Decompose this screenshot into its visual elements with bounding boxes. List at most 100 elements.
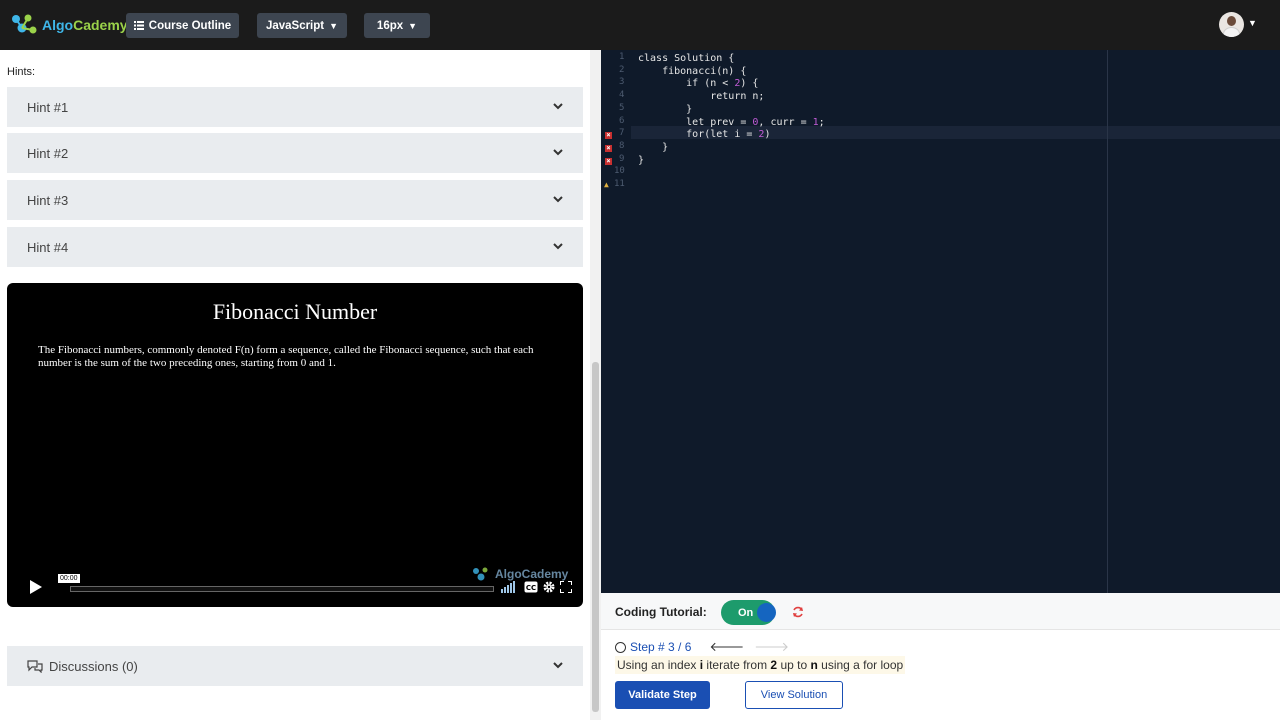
watermark-logo-icon (473, 567, 488, 581)
arrow-right-icon[interactable]: 🡒 (754, 639, 789, 655)
editor-gutter: 1 2 3 4 5 6 7 × 8 × 9 × 10 11 ▲ (601, 50, 631, 593)
step-status-circle-icon (615, 641, 626, 653)
chevron-down-icon (553, 662, 563, 669)
chevron-down-icon (553, 103, 563, 110)
top-bar: AlgoCademy Course Outline JavaScript ▼ 1… (0, 0, 1280, 50)
hints-label: Hints: (7, 66, 36, 78)
code-line[interactable]: class Solution { (638, 53, 734, 64)
error-marker-icon[interactable]: × (605, 132, 612, 140)
left-panel: Hints: Hint #1 Hint #2 Hint #3 Hint #4 F… (0, 50, 601, 720)
chevron-down-icon (553, 196, 563, 203)
warning-marker-icon[interactable]: ▲ (604, 180, 609, 189)
left-panel-scrollbar[interactable] (590, 50, 601, 720)
hint-4-accordion[interactable]: Hint #4 (7, 227, 583, 267)
line-number: 2 (619, 64, 625, 75)
language-label: JavaScript (265, 19, 325, 32)
instruction-post: using a for loop (817, 658, 904, 672)
avatar-body (1223, 27, 1240, 37)
code-line[interactable]: let prev = 0, curr = 1; (638, 117, 825, 128)
course-outline-label: Course Outline (148, 19, 232, 32)
hint-2-accordion[interactable]: Hint #2 (7, 133, 583, 173)
comments-icon (27, 659, 43, 673)
hint-1-label: Hint #1 (27, 99, 69, 115)
instruction-var-n: n (810, 658, 818, 672)
chevron-down-icon (553, 149, 563, 156)
code-line[interactable]: } (638, 142, 668, 153)
avatar-chevron-down-icon[interactable]: ▼ (1248, 18, 1257, 28)
algocademy-logo[interactable]: AlgoCademy (10, 12, 128, 38)
line-number: 8 (619, 140, 625, 151)
language-dropdown[interactable]: JavaScript ▼ (257, 13, 347, 38)
chevron-down-icon: ▼ (408, 20, 418, 31)
line-number: 3 (619, 77, 625, 88)
step-counter: Step # 3 / 6 (630, 640, 692, 654)
logo-text: AlgoCademy (42, 17, 128, 33)
line-number: 1 (619, 52, 625, 62)
line-number: 11 (614, 179, 625, 189)
volume-icon[interactable] (501, 581, 517, 593)
tutorial-panel: Coding Tutorial: On Step # 3 / 6 🡐 🡒 Usi… (601, 593, 1280, 720)
chevron-down-icon (553, 243, 563, 250)
video-title: Fibonacci Number (212, 299, 378, 324)
gear-icon[interactable] (543, 581, 555, 593)
line-number: 7 (619, 128, 625, 139)
font-size-label: 16px (376, 19, 404, 32)
fullscreen-icon[interactable] (560, 581, 572, 593)
play-icon[interactable] (29, 579, 43, 595)
toggle-label: On (738, 607, 754, 619)
coding-tutorial-toggle[interactable]: On (721, 600, 776, 625)
code-line[interactable]: } (638, 104, 692, 115)
instruction-upto: up to (777, 658, 811, 672)
closed-captions-icon[interactable]: CC (524, 581, 538, 593)
instruction-pre: Using an index (617, 658, 700, 672)
video-time: 00:00 (58, 574, 80, 583)
code-line[interactable]: fibonacci(n) { (638, 66, 746, 77)
line-number: 4 (619, 90, 625, 101)
video-description: The Fibonacci numbers, commonly denoted … (38, 344, 534, 369)
toggle-knob (757, 603, 776, 622)
error-marker-icon[interactable]: × (605, 157, 612, 165)
watermark-text: AlgoCademy (495, 567, 569, 581)
instruction-mid: iterate from (703, 658, 771, 672)
view-solution-button[interactable]: View Solution (745, 681, 843, 709)
tutorial-header: Coding Tutorial: On (601, 593, 1280, 630)
hint-3-label: Hint #3 (27, 192, 69, 208)
code-line[interactable]: } (638, 155, 644, 166)
scrollbar-thumb[interactable] (592, 362, 599, 712)
code-editor[interactable]: 1 2 3 4 5 6 7 × 8 × 9 × 10 11 ▲ class Solution { fibon… (601, 50, 1280, 593)
discussions-label: Discussions (0) (49, 658, 138, 674)
video-player[interactable]: Fibonacci Number The Fibonacci numbers, … (7, 283, 583, 607)
hint-4-label: Hint #4 (27, 239, 69, 255)
coding-tutorial-label: Coding Tutorial: (615, 605, 707, 619)
hint-1-accordion[interactable]: Hint #1 (7, 87, 583, 127)
logo-text-suffix: Cademy (73, 17, 128, 33)
user-avatar[interactable] (1219, 12, 1244, 37)
logo-icon (12, 14, 37, 34)
line-number: 10 (614, 166, 625, 177)
code-line[interactable]: if (n < 2) { (638, 78, 758, 89)
video-progress-bar[interactable] (70, 586, 494, 592)
validate-step-button[interactable]: Validate Step (615, 681, 710, 709)
course-outline-button[interactable]: Course Outline (126, 13, 239, 38)
line-number: 9 (619, 153, 625, 164)
discussions-accordion[interactable]: Discussions (0) (7, 646, 583, 686)
step-instruction: Using an index i iterate from 2 up to n … (615, 656, 906, 674)
chevron-down-icon: ▼ (329, 20, 339, 31)
line-number: 5 (619, 102, 625, 113)
refresh-icon[interactable] (792, 606, 804, 618)
code-line[interactable]: for(let i = 2) (638, 129, 770, 140)
line-number: 6 (619, 115, 625, 126)
step-row: Step # 3 / 6 🡐 🡒 (615, 639, 789, 655)
logo-text-prefix: Algo (42, 17, 74, 33)
hint-3-accordion[interactable]: Hint #3 (7, 180, 583, 220)
hint-2-label: Hint #2 (27, 145, 69, 161)
avatar-head (1227, 16, 1236, 26)
font-size-dropdown[interactable]: 16px ▼ (364, 13, 430, 38)
print-margin (1107, 50, 1108, 593)
error-marker-icon[interactable]: × (605, 144, 612, 152)
code-line[interactable]: return n; (638, 91, 764, 102)
arrow-left-icon[interactable]: 🡐 (709, 639, 744, 655)
svg-text:CC: CC (526, 584, 536, 592)
video-watermark: AlgoCademy (471, 566, 568, 582)
list-icon (133, 21, 144, 30)
